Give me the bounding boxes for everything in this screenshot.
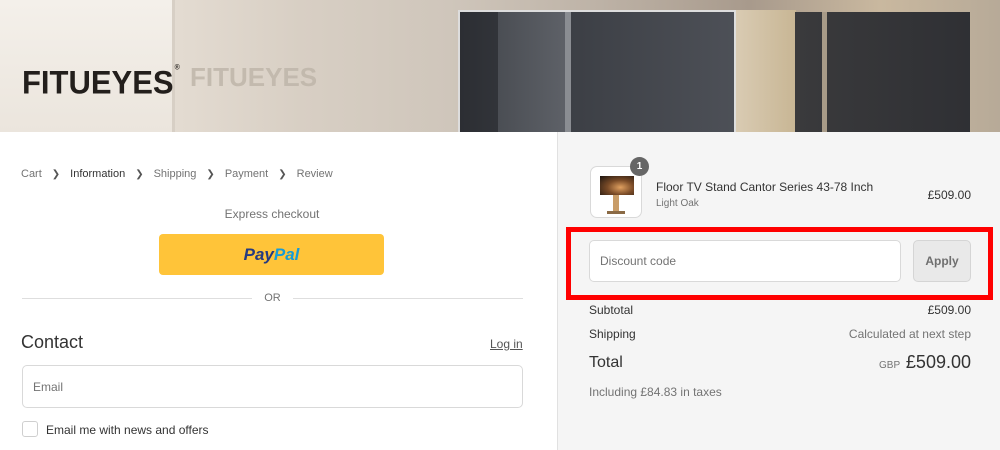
breadcrumb-review: Review: [296, 168, 333, 180]
tax-note: Including £84.83 in taxes: [589, 385, 722, 399]
chevron-right-icon: ❯: [135, 168, 144, 180]
or-text: OR: [264, 292, 281, 304]
paypal-button[interactable]: Pay Pal: [159, 234, 384, 275]
store-logo[interactable]: FITUEYES®: [22, 64, 180, 102]
hero-tv-pole: [565, 12, 571, 132]
total-label: Total: [589, 354, 623, 371]
breadcrumb-information: Information: [70, 168, 126, 180]
total-value: £509.00: [905, 352, 971, 372]
shipping-label: Shipping: [589, 327, 636, 341]
hero-tv-edge: [822, 12, 827, 132]
hero-stand-frame: [736, 10, 796, 132]
chevron-right-icon: ❯: [206, 168, 215, 180]
stand-base-image: [607, 211, 625, 214]
or-divider: OR: [22, 292, 523, 304]
chevron-right-icon: ❯: [278, 168, 287, 180]
store-logo-text: FITUEYES: [22, 64, 174, 101]
apply-discount-button[interactable]: Apply: [913, 240, 971, 282]
total-currency: GBP: [879, 360, 901, 371]
subtotal-label: Subtotal: [589, 303, 634, 317]
trademark-mark: ®: [174, 64, 180, 72]
quantity-badge: 1: [630, 157, 649, 176]
express-checkout-label: Express checkout: [224, 207, 320, 221]
login-link[interactable]: Log in: [490, 337, 523, 351]
hero-decorative-text: [195, 110, 197, 118]
shipping-value: Calculated at next step: [848, 327, 971, 341]
newsletter-label: Email me with news and offers: [46, 423, 209, 437]
divider-line: [292, 297, 523, 299]
hero-tv-reflection: [498, 12, 570, 132]
newsletter-checkbox[interactable]: [22, 421, 38, 437]
breadcrumb: Cart ❯ Information ❯ Shipping ❯ Payment …: [21, 168, 333, 180]
stand-pole-image: [613, 195, 619, 211]
discount-code-input[interactable]: [589, 240, 901, 282]
breadcrumb-payment: Payment: [224, 168, 269, 180]
product-variant: Light Oak: [656, 198, 699, 209]
paypal-logo-part2: Pal: [273, 244, 300, 264]
breadcrumb-shipping: Shipping: [153, 168, 197, 180]
breadcrumb-cart[interactable]: Cart: [21, 168, 42, 180]
tv-screen-image: [600, 176, 634, 195]
product-name: Floor TV Stand Cantor Series 43-78 Inch: [656, 180, 874, 194]
contact-heading: Contact: [21, 332, 84, 352]
paypal-logo-part1: Pay: [243, 244, 274, 264]
product-price: £509.00: [927, 188, 971, 202]
subtotal-value: £509.00: [927, 303, 971, 317]
hero-banner: FITUEYES FITUEYES®: [0, 0, 1000, 132]
email-field[interactable]: [22, 365, 523, 408]
hero-ghost-logo: FITUEYES: [190, 62, 318, 92]
chevron-right-icon: ❯: [51, 168, 61, 180]
divider-line: [22, 297, 253, 299]
